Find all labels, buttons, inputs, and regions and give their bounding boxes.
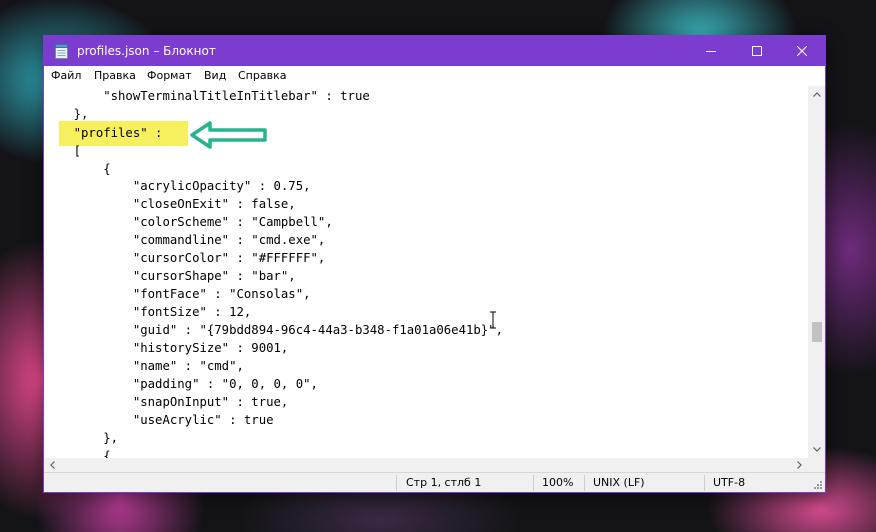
- code-line: "padding" : "0, 0, 0, 0",: [44, 377, 318, 391]
- horizontal-scrollbar[interactable]: [44, 458, 808, 472]
- status-zoom: 100%: [542, 476, 574, 489]
- vertical-scroll-thumb[interactable]: [812, 322, 822, 342]
- menu-bar: Файл Правка Формат Вид Справка: [44, 66, 825, 86]
- chevron-down-icon: [812, 447, 821, 452]
- chevron-left-icon: [50, 461, 55, 469]
- minimize-icon: [706, 51, 716, 52]
- code-line: "historySize" : 9001,: [44, 341, 289, 355]
- notepad-icon: [55, 44, 68, 59]
- code-line: {: [44, 449, 111, 458]
- code-line: "name" : "cmd",: [44, 359, 244, 373]
- text-editor[interactable]: "showTerminalTitleInTitlebar" : true }, …: [44, 86, 808, 458]
- notepad-window: profiles.json – Блокнот Файл Правка Форм…: [43, 35, 826, 493]
- status-separator: [584, 475, 585, 491]
- code-line: "cursorShape" : "bar",: [44, 269, 296, 283]
- menu-edit[interactable]: Правка: [94, 69, 136, 83]
- code-line-profiles: "profiles" :: [44, 126, 163, 140]
- status-bar: Стр 1, стлб 1 100% UNIX (LF) UTF-8: [44, 472, 825, 492]
- window-title: profiles.json – Блокнот: [77, 44, 216, 58]
- menu-format[interactable]: Формат: [147, 69, 192, 83]
- chevron-up-icon: [812, 92, 821, 97]
- code-line: "fontSize" : 12,: [44, 305, 252, 319]
- title-bar[interactable]: profiles.json – Блокнот: [44, 36, 825, 66]
- close-icon: [797, 46, 807, 56]
- scroll-up-button[interactable]: [808, 86, 825, 103]
- code-line: "useAcrylic" : true: [44, 413, 274, 427]
- maximize-icon: [752, 46, 762, 56]
- code-line: "commandline" : "cmd.exe",: [44, 233, 326, 247]
- status-separator: [396, 475, 397, 491]
- code-line: {: [44, 162, 111, 176]
- code-line: "closeOnExit" : false,: [44, 197, 296, 211]
- scroll-down-button[interactable]: [808, 441, 825, 458]
- resize-grip-icon[interactable]: [812, 479, 822, 489]
- minimize-button[interactable]: [688, 36, 734, 66]
- code-line: },: [44, 431, 119, 445]
- menu-file[interactable]: Файл: [51, 69, 81, 83]
- menu-help[interactable]: Справка: [238, 69, 286, 83]
- maximize-button[interactable]: [734, 36, 780, 66]
- vertical-scrollbar[interactable]: [808, 86, 825, 458]
- scroll-left-button[interactable]: [44, 458, 61, 472]
- code-line: "guid" : "{79bdd894-96c4-44a3-b348-f1a01…: [44, 323, 504, 337]
- status-cursor-position: Стр 1, стлб 1: [406, 476, 482, 489]
- code-line: },: [44, 107, 89, 121]
- scrollbar-corner: [808, 458, 825, 472]
- status-line-ending: UNIX (LF): [593, 476, 645, 489]
- code-line: "cursorColor" : "#FFFFFF",: [44, 251, 326, 265]
- status-separator: [704, 475, 705, 491]
- arrow-left-icon: [190, 121, 267, 149]
- close-button[interactable]: [779, 36, 825, 66]
- code-line: "fontFace" : "Consolas",: [44, 287, 311, 301]
- code-line: [: [44, 144, 82, 158]
- scroll-right-button[interactable]: [791, 458, 808, 472]
- status-encoding: UTF-8: [713, 476, 746, 489]
- text-cursor-icon: [490, 311, 496, 329]
- menu-view[interactable]: Вид: [204, 69, 226, 83]
- status-separator: [533, 475, 534, 491]
- code-line: "snapOnInput" : true,: [44, 395, 289, 409]
- chevron-right-icon: [797, 461, 802, 469]
- code-line: "colorScheme" : "Campbell",: [44, 215, 333, 229]
- code-line: "showTerminalTitleInTitlebar" : true: [44, 89, 370, 103]
- code-line: "acrylicOpacity" : 0.75,: [44, 179, 311, 193]
